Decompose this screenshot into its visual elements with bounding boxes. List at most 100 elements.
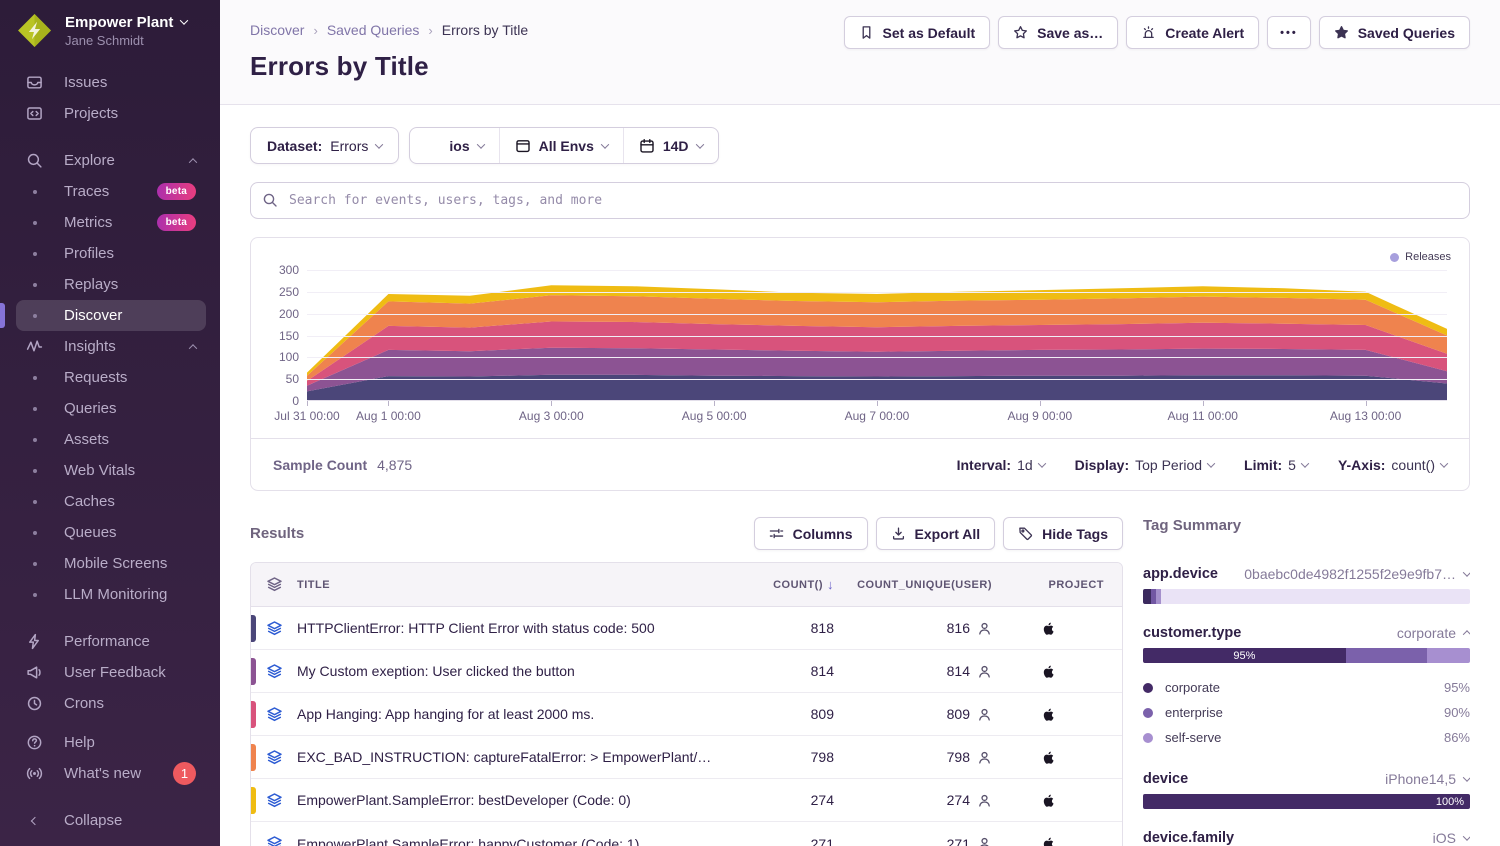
- project-link[interactable]: ios: [1044, 665, 1054, 677]
- sort-desc-icon: ↓: [827, 577, 834, 592]
- sidebar-collapse[interactable]: Collapse: [16, 805, 206, 836]
- layers-icon[interactable]: [266, 835, 283, 846]
- search-input[interactable]: [250, 182, 1470, 219]
- bullet-icon: [26, 276, 43, 293]
- sidebar-item-queues[interactable]: Queues: [16, 517, 206, 548]
- sidebar-item-queries[interactable]: Queries: [16, 393, 206, 424]
- sidebar-item-projects[interactable]: Projects: [16, 98, 206, 129]
- table-row: EmpowerPlant.SampleError: happyCustomer …: [251, 822, 1122, 846]
- columns-button[interactable]: Columns: [754, 517, 868, 550]
- error-title[interactable]: EXC_BAD_INSTRUCTION: captureFatalError: …: [297, 749, 729, 765]
- x-axis-tick: [1366, 401, 1367, 406]
- error-title[interactable]: My Custom exeption: User clicked the but…: [297, 663, 729, 679]
- sidebar-item-web-vitals[interactable]: Web Vitals: [16, 455, 206, 486]
- tag-section-device-family: device.familyiOS100%: [1143, 830, 1470, 846]
- chevron-up-icon: [189, 344, 197, 352]
- table-row: EXC_BAD_INSTRUCTION: captureFatalError: …: [251, 736, 1122, 779]
- project-filter[interactable]: ios: [410, 128, 498, 163]
- tag-value-label[interactable]: self-serve: [1165, 730, 1221, 745]
- breadcrumb-item[interactable]: Saved Queries: [327, 22, 420, 38]
- results-heading: Results: [250, 525, 304, 542]
- layers-icon: [251, 576, 297, 593]
- user-icon: [977, 664, 992, 679]
- bullet-icon: [26, 493, 43, 510]
- sidebar-item-what-s-new[interactable]: What's new1: [16, 758, 206, 789]
- display-control[interactable]: Display:Top Period: [1075, 457, 1214, 473]
- tag-section-device: deviceiPhone14,5100%: [1143, 771, 1470, 809]
- sidebar-item-issues[interactable]: Issues: [16, 67, 206, 98]
- more-options-button[interactable]: •••: [1267, 16, 1311, 49]
- export-all-button[interactable]: Export All: [876, 517, 996, 550]
- tag-top-value[interactable]: iPhone14,5: [1385, 771, 1470, 787]
- tag-value-label[interactable]: enterprise: [1165, 705, 1223, 720]
- chart-controls: Interval:1d Display:Top Period Limit:5 Y-Ax…: [957, 457, 1447, 473]
- help-icon: [26, 734, 43, 751]
- tag-bar-segment: [1346, 648, 1428, 663]
- count-unique-value: 271: [834, 836, 1006, 846]
- error-title[interactable]: EmpowerPlant.SampleError: happyCustomer …: [297, 836, 729, 846]
- sidebar-item-traces[interactable]: Tracesbeta: [16, 176, 206, 207]
- legend-label[interactable]: Releases: [1405, 251, 1451, 263]
- project-link[interactable]: ios: [1044, 622, 1054, 634]
- project-link[interactable]: ios: [1044, 838, 1054, 846]
- layers-icon[interactable]: [266, 792, 283, 809]
- tag-top-value[interactable]: iOS: [1433, 830, 1470, 846]
- breadcrumb-item[interactable]: Discover: [250, 22, 304, 38]
- saved-queries-button[interactable]: Saved Queries: [1319, 16, 1470, 49]
- x-axis-tick: [388, 401, 389, 406]
- chevron-down-icon: [1463, 832, 1470, 840]
- set-as-default-button[interactable]: Set as Default: [844, 16, 991, 49]
- star-outline-icon: [1013, 25, 1028, 40]
- project-link[interactable]: ios: [1044, 751, 1054, 763]
- error-title[interactable]: HTTPClientError: HTTP Client Error with …: [297, 620, 729, 636]
- tag-name: app.device: [1143, 566, 1218, 582]
- bullet-icon: [26, 183, 43, 200]
- sidebar-item-help[interactable]: Help: [16, 727, 206, 758]
- sidebar-item-llm-monitoring[interactable]: LLM Monitoring: [16, 579, 206, 610]
- yaxis-control[interactable]: Y-Axis:count(): [1338, 457, 1447, 473]
- sidebar-item-metrics[interactable]: Metricsbeta: [16, 207, 206, 238]
- project-link[interactable]: ios: [1044, 708, 1054, 720]
- tag-name: customer.type: [1143, 625, 1241, 641]
- date-range-value: 14D: [663, 138, 689, 154]
- column-header-project[interactable]: PROJECT: [1006, 579, 1122, 591]
- alarm-icon: [1141, 25, 1156, 40]
- sidebar-item-performance[interactable]: Performance: [16, 626, 206, 657]
- tag-value-label[interactable]: corporate: [1165, 680, 1220, 695]
- sidebar-item-mobile-screens[interactable]: Mobile Screens: [16, 548, 206, 579]
- error-title[interactable]: App Hanging: App hanging for at least 20…: [297, 706, 729, 722]
- tag-top-value[interactable]: 0baebc0de4982f1255f2e9e9fb7…: [1244, 566, 1470, 582]
- sidebar-item-replays[interactable]: Replays: [16, 269, 206, 300]
- hide-tags-button[interactable]: Hide Tags: [1003, 517, 1123, 550]
- user-name: Jane Schmidt: [65, 33, 187, 48]
- create-alert-button[interactable]: Create Alert: [1126, 16, 1259, 49]
- sidebar-item-insights[interactable]: Insights: [16, 331, 206, 362]
- limit-control[interactable]: Limit:5: [1244, 457, 1308, 473]
- layers-icon[interactable]: [266, 620, 283, 637]
- date-range-filter[interactable]: 14D: [623, 128, 718, 163]
- layers-icon[interactable]: [266, 706, 283, 723]
- layers-icon[interactable]: [266, 663, 283, 680]
- sidebar-item-caches[interactable]: Caches: [16, 486, 206, 517]
- project-link[interactable]: ios: [1044, 794, 1054, 806]
- page-header: Discover›Saved Queries›Errors by Title E…: [220, 0, 1500, 105]
- count-unique-value: 814: [834, 663, 1006, 679]
- layers-icon[interactable]: [266, 749, 283, 766]
- tag-top-value[interactable]: corporate: [1397, 625, 1470, 641]
- sidebar-item-assets[interactable]: Assets: [16, 424, 206, 455]
- sidebar-item-requests[interactable]: Requests: [16, 362, 206, 393]
- sidebar-item-explore[interactable]: Explore: [16, 145, 206, 176]
- org-switcher[interactable]: Empower Plant Jane Schmidt: [0, 0, 220, 59]
- sidebar-item-profiles[interactable]: Profiles: [16, 238, 206, 269]
- sidebar-item-discover[interactable]: Discover: [16, 300, 206, 331]
- save-as--button[interactable]: Save as…: [998, 16, 1118, 49]
- column-header-title[interactable]: TITLE: [297, 579, 729, 591]
- environment-filter[interactable]: All Envs: [499, 128, 623, 163]
- sidebar-item-crons[interactable]: Crons: [16, 688, 206, 719]
- sidebar-item-user-feedback[interactable]: User Feedback: [16, 657, 206, 688]
- column-header-count[interactable]: COUNT()↓: [729, 577, 834, 592]
- error-title[interactable]: EmpowerPlant.SampleError: bestDeveloper …: [297, 792, 729, 808]
- column-header-count-unique-user[interactable]: COUNT_UNIQUE(USER): [834, 579, 1006, 591]
- interval-control[interactable]: Interval:1d: [957, 457, 1045, 473]
- dataset-selector[interactable]: Dataset: Errors: [250, 127, 399, 164]
